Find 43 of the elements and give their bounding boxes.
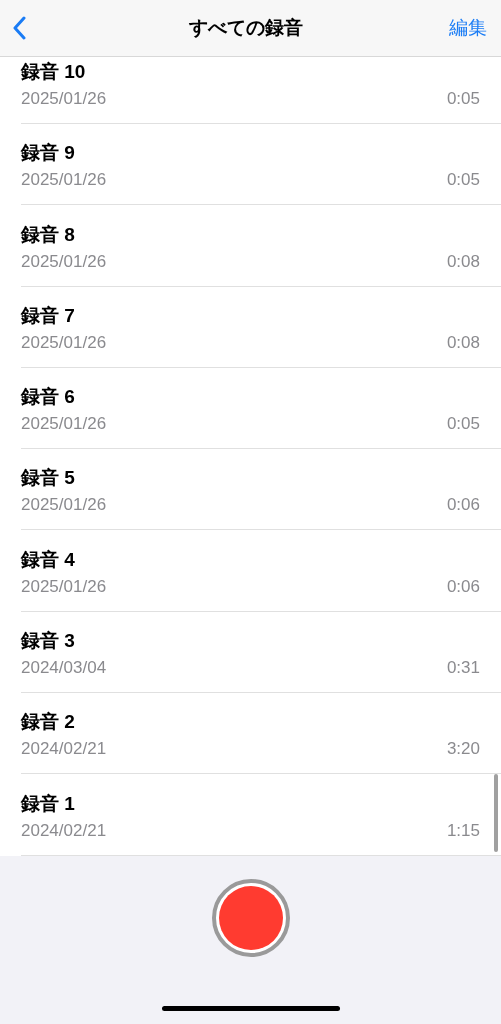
recording-duration: 0:06 xyxy=(446,494,480,517)
recording-duration: 0:06 xyxy=(446,575,480,598)
nav-title: すべての録音 xyxy=(188,15,303,40)
recording-duration: 0:08 xyxy=(446,331,480,354)
recording-date: 2024/03/04 xyxy=(21,657,107,680)
recording-row[interactable]: 録音 1 2024/02/21 1:15 xyxy=(0,774,501,856)
back-icon xyxy=(12,16,26,40)
recording-date: 2025/01/26 xyxy=(21,169,107,192)
recording-date: 2024/02/21 xyxy=(21,819,107,842)
recording-date: 2025/01/26 xyxy=(21,494,107,517)
recording-title: 録音 10 xyxy=(21,60,87,84)
recording-title: 録音 3 xyxy=(21,629,76,654)
recording-row[interactable]: 録音 2 2024/02/21 3:20 xyxy=(0,693,501,775)
recording-duration: 0:05 xyxy=(446,169,480,192)
recording-title: 録音 2 xyxy=(21,710,76,735)
recording-row[interactable]: 録音 6 2025/01/26 0:05 xyxy=(0,368,501,450)
recording-date: 2025/01/26 xyxy=(21,88,107,110)
recording-date: 2024/02/21 xyxy=(21,738,107,761)
recording-duration: 0:05 xyxy=(446,88,480,110)
recording-title: 録音 6 xyxy=(21,385,76,410)
recording-title: 録音 8 xyxy=(21,222,76,247)
recording-row[interactable]: 録音 8 2025/01/26 0:08 xyxy=(0,205,501,287)
recording-duration: 0:31 xyxy=(446,657,480,680)
edit-button[interactable]: 編集 xyxy=(449,13,489,43)
recording-date: 2025/01/26 xyxy=(21,575,107,598)
recording-row[interactable]: 録音 4 2025/01/26 0:06 xyxy=(0,530,501,613)
recording-title: 録音 5 xyxy=(21,466,76,491)
recording-row[interactable]: 録音 9 2025/01/26 0:05 xyxy=(0,124,501,206)
recording-duration: 0:05 xyxy=(446,413,480,436)
recording-date: 2025/01/26 xyxy=(21,413,107,436)
recording-row[interactable]: 録音 10 2025/01/26 0:05 xyxy=(0,57,501,125)
recording-title: 録音 9 xyxy=(21,141,76,166)
recording-row[interactable]: 録音 5 2025/01/26 0:06 xyxy=(0,449,501,531)
recording-title: 録音 1 xyxy=(21,791,76,816)
recording-title: 録音 4 xyxy=(21,547,76,572)
recording-duration: 1:15 xyxy=(446,819,480,842)
recording-title: 録音 7 xyxy=(21,303,76,328)
recording-row[interactable]: 録音 3 2024/03/04 0:31 xyxy=(0,612,501,694)
recording-date: 2025/01/26 xyxy=(21,250,107,273)
recording-duration: 0:08 xyxy=(446,250,480,273)
recording-row[interactable]: 録音 7 2025/01/26 0:08 xyxy=(0,286,501,369)
recording-duration: 3:20 xyxy=(446,738,480,761)
recording-date: 2025/01/26 xyxy=(21,331,107,354)
